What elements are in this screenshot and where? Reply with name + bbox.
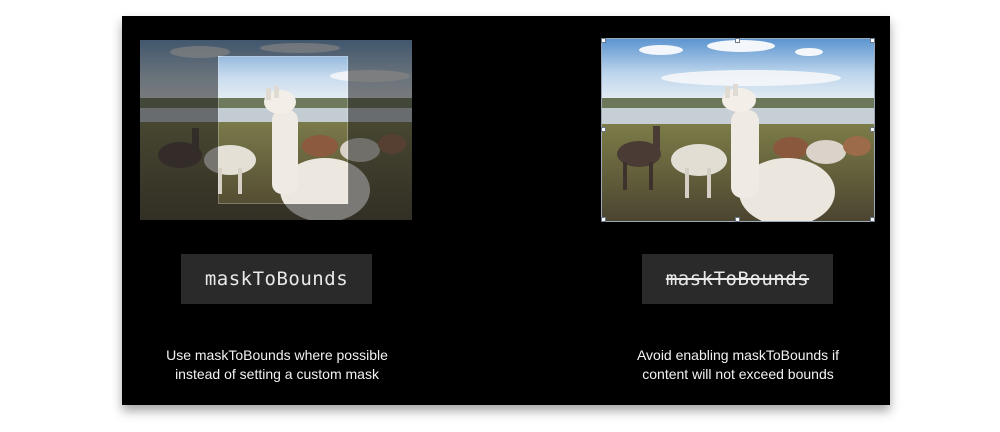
left-caption-line-2: instead of setting a custom mask	[175, 366, 379, 382]
right-caption: Avoid enabling maskToBounds if content w…	[588, 346, 888, 384]
resize-handle-bottom-right[interactable]	[870, 217, 875, 222]
slide: maskToBounds maskToBounds Use maskToBoun…	[122, 16, 890, 405]
left-caption: Use maskToBounds where possible instead …	[127, 346, 427, 384]
alpaca-photo-masked	[140, 40, 412, 220]
custom-mask-rect	[218, 56, 348, 204]
right-caption-line-2: content will not exceed bounds	[642, 366, 834, 382]
resize-handle-top-left[interactable]	[601, 38, 606, 43]
resize-handle-middle-right[interactable]	[870, 127, 875, 132]
right-caption-line-1: Avoid enabling maskToBounds if	[636, 347, 840, 363]
mask-to-bounds-label: maskToBounds	[204, 268, 349, 290]
resize-handle-bottom-left[interactable]	[601, 217, 606, 222]
alpaca-photo-bounds	[601, 38, 875, 222]
resize-handle-top-right[interactable]	[870, 38, 875, 43]
mask-to-bounds-label-struck: maskToBounds	[665, 268, 810, 290]
mask-to-bounds-chip-struck: maskToBounds	[642, 254, 833, 304]
left-caption-line-1: Use maskToBounds where possible	[166, 347, 388, 363]
mask-to-bounds-chip: maskToBounds	[181, 254, 372, 304]
resize-handle-bottom-center[interactable]	[735, 217, 740, 222]
resize-handle-top-center[interactable]	[735, 38, 740, 43]
resize-handle-middle-left[interactable]	[601, 127, 606, 132]
layer-bounds-outline	[601, 38, 875, 222]
